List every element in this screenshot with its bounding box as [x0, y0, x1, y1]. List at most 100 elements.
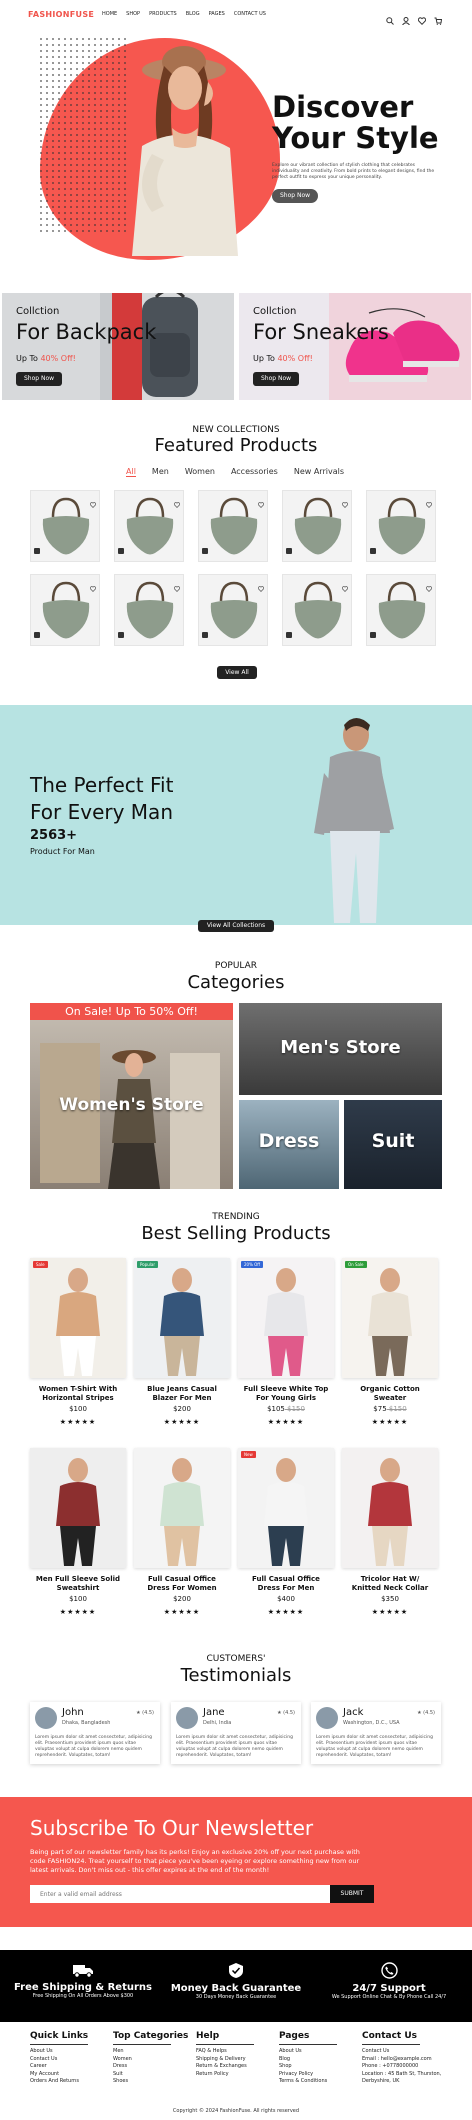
suit-category[interactable]: Suit: [344, 1100, 442, 1189]
footer-link[interactable]: Career: [30, 2063, 88, 2071]
footer-link[interactable]: FAQ & Helps: [196, 2048, 254, 2056]
cart-icon[interactable]: [370, 623, 376, 642]
footer-link[interactable]: Men: [113, 2048, 188, 2056]
wishlist-heart-icon[interactable]: [173, 493, 181, 512]
wishlist-heart-icon[interactable]: [425, 577, 433, 596]
tab-new-arrivals[interactable]: New Arrivals: [294, 467, 344, 477]
product-card[interactable]: [366, 490, 436, 562]
footer-link[interactable]: Contact Us: [30, 2056, 88, 2064]
footer-link[interactable]: About Us: [30, 2048, 88, 2056]
product-name[interactable]: Organic Cotton Sweater: [335, 1385, 445, 1403]
footer-link[interactable]: Shop: [279, 2063, 337, 2071]
bestselling-product-image[interactable]: Popular: [134, 1258, 230, 1378]
view-all-button[interactable]: View All: [217, 666, 257, 679]
backpack-shop-now-button[interactable]: Shop Now: [16, 372, 62, 386]
product-name[interactable]: Full Casual Office Dress For Men: [231, 1575, 341, 1593]
product-card[interactable]: [30, 574, 100, 646]
user-icon[interactable]: [402, 10, 410, 26]
heart-icon[interactable]: [417, 10, 427, 26]
cart-icon[interactable]: [34, 539, 40, 558]
footer-link[interactable]: Dress: [113, 2063, 188, 2071]
footer-link[interactable]: Shipping & Delivery: [196, 2056, 254, 2064]
cart-icon[interactable]: [434, 10, 443, 25]
tab-all[interactable]: All: [126, 467, 136, 477]
wishlist-heart-icon[interactable]: [257, 493, 265, 512]
womens-store-category[interactable]: On Sale! Up To 50% Off! Women's Store: [30, 1003, 233, 1189]
footer-link[interactable]: Contact Us: [362, 2048, 441, 2056]
menu-pages[interactable]: PAGES: [209, 11, 225, 17]
footer-link[interactable]: About Us: [279, 2048, 337, 2056]
bestselling-product-image[interactable]: 20% Off: [238, 1258, 334, 1378]
tab-accessories[interactable]: Accessories: [231, 467, 278, 477]
product-card[interactable]: [282, 490, 352, 562]
mens-store-category[interactable]: Men's Store: [239, 1003, 442, 1095]
product-card[interactable]: [114, 574, 184, 646]
search-icon[interactable]: [386, 10, 394, 25]
product-card[interactable]: [366, 574, 436, 646]
product-card[interactable]: [114, 490, 184, 562]
footer-link[interactable]: Orders And Returns: [30, 2078, 88, 2086]
wishlist-heart-icon[interactable]: [425, 493, 433, 512]
footer-link[interactable]: My Account: [30, 2071, 88, 2079]
footer-link[interactable]: Privacy Policy: [279, 2071, 337, 2079]
wishlist-heart-icon[interactable]: [173, 577, 181, 596]
footer-link[interactable]: Blog: [279, 2056, 337, 2064]
product-badge: On Sale: [345, 1261, 367, 1268]
product-card[interactable]: [282, 574, 352, 646]
menu-home[interactable]: HOME: [102, 11, 117, 17]
product-name[interactable]: Full Casual Office Dress For Women: [127, 1575, 237, 1593]
bestselling-product-image[interactable]: [134, 1448, 230, 1568]
cart-icon[interactable]: [370, 539, 376, 558]
cart-icon[interactable]: [286, 623, 292, 642]
cart-icon[interactable]: [202, 539, 208, 558]
product-name[interactable]: Men Full Sleeve Solid Sweatshirt: [23, 1575, 133, 1593]
product-card[interactable]: [198, 490, 268, 562]
product-card[interactable]: [30, 490, 100, 562]
product-name[interactable]: Full Sleeve White Top For Young Girls: [231, 1385, 341, 1403]
wishlist-heart-icon[interactable]: [257, 577, 265, 596]
menu-products[interactable]: PRODUCTS: [149, 11, 177, 17]
product-name[interactable]: Women T-Shirt With Horizontal Stripes: [23, 1385, 133, 1403]
newsletter-email-input[interactable]: Enter a valid email address: [30, 1885, 340, 1903]
product-name[interactable]: Tricolor Hat W/Knitted Neck Collar: [335, 1575, 445, 1593]
wishlist-heart-icon[interactable]: [341, 577, 349, 596]
wishlist-heart-icon[interactable]: [89, 577, 97, 596]
tab-men[interactable]: Men: [152, 467, 169, 477]
backpack-collection-card[interactable]: Collction For Backpack Up To 40% Off! Sh…: [2, 293, 234, 400]
bestselling-product-image[interactable]: [30, 1448, 126, 1568]
cart-icon[interactable]: [118, 539, 124, 558]
newsletter-submit-button[interactable]: SUBMIT: [330, 1885, 374, 1903]
footer-link[interactable]: Return Policy: [196, 2071, 254, 2079]
bestselling-product-image[interactable]: On Sale: [342, 1258, 438, 1378]
menu-contact[interactable]: CONTACT US: [234, 11, 266, 17]
footer-link[interactable]: Email : hello@example.com: [362, 2056, 441, 2064]
sneakers-shop-now-button[interactable]: Shop Now: [253, 372, 299, 386]
tab-women[interactable]: Women: [185, 467, 215, 477]
footer-link[interactable]: Derbyshire, UK: [362, 2078, 441, 2086]
sneakers-collection-card[interactable]: Collction For Sneakers Up To 40% Off! Sh…: [239, 293, 471, 400]
hero-shop-now-button[interactable]: Shop Now: [272, 189, 318, 203]
product-name[interactable]: Blue Jeans Casual Blazer For Men: [127, 1385, 237, 1403]
logo[interactable]: FASHIONFUSE: [28, 10, 94, 19]
footer-link[interactable]: Return & Exchanges: [196, 2063, 254, 2071]
cart-icon[interactable]: [202, 623, 208, 642]
cart-icon[interactable]: [118, 623, 124, 642]
footer-link[interactable]: Women: [113, 2056, 188, 2064]
menu-blog[interactable]: BLOG: [186, 11, 200, 17]
footer-link[interactable]: Phone : +0778000000: [362, 2063, 441, 2071]
menu-shop[interactable]: SHOP: [126, 11, 140, 17]
dress-category[interactable]: Dress: [239, 1100, 339, 1189]
cart-icon[interactable]: [286, 539, 292, 558]
wishlist-heart-icon[interactable]: [341, 493, 349, 512]
bestselling-product-image[interactable]: Sale: [30, 1258, 126, 1378]
footer-link[interactable]: Shoes: [113, 2078, 188, 2086]
cart-icon[interactable]: [34, 623, 40, 642]
wishlist-heart-icon[interactable]: [89, 493, 97, 512]
footer-link[interactable]: Location : 45 Bath St, Thurston,: [362, 2071, 441, 2079]
footer-link[interactable]: Terms & Conditions: [279, 2078, 337, 2086]
view-all-collections-button[interactable]: View All Collections: [198, 920, 274, 932]
footer-link[interactable]: Suit: [113, 2071, 188, 2079]
product-card[interactable]: [198, 574, 268, 646]
bestselling-product-image[interactable]: New: [238, 1448, 334, 1568]
bestselling-product-image[interactable]: [342, 1448, 438, 1568]
